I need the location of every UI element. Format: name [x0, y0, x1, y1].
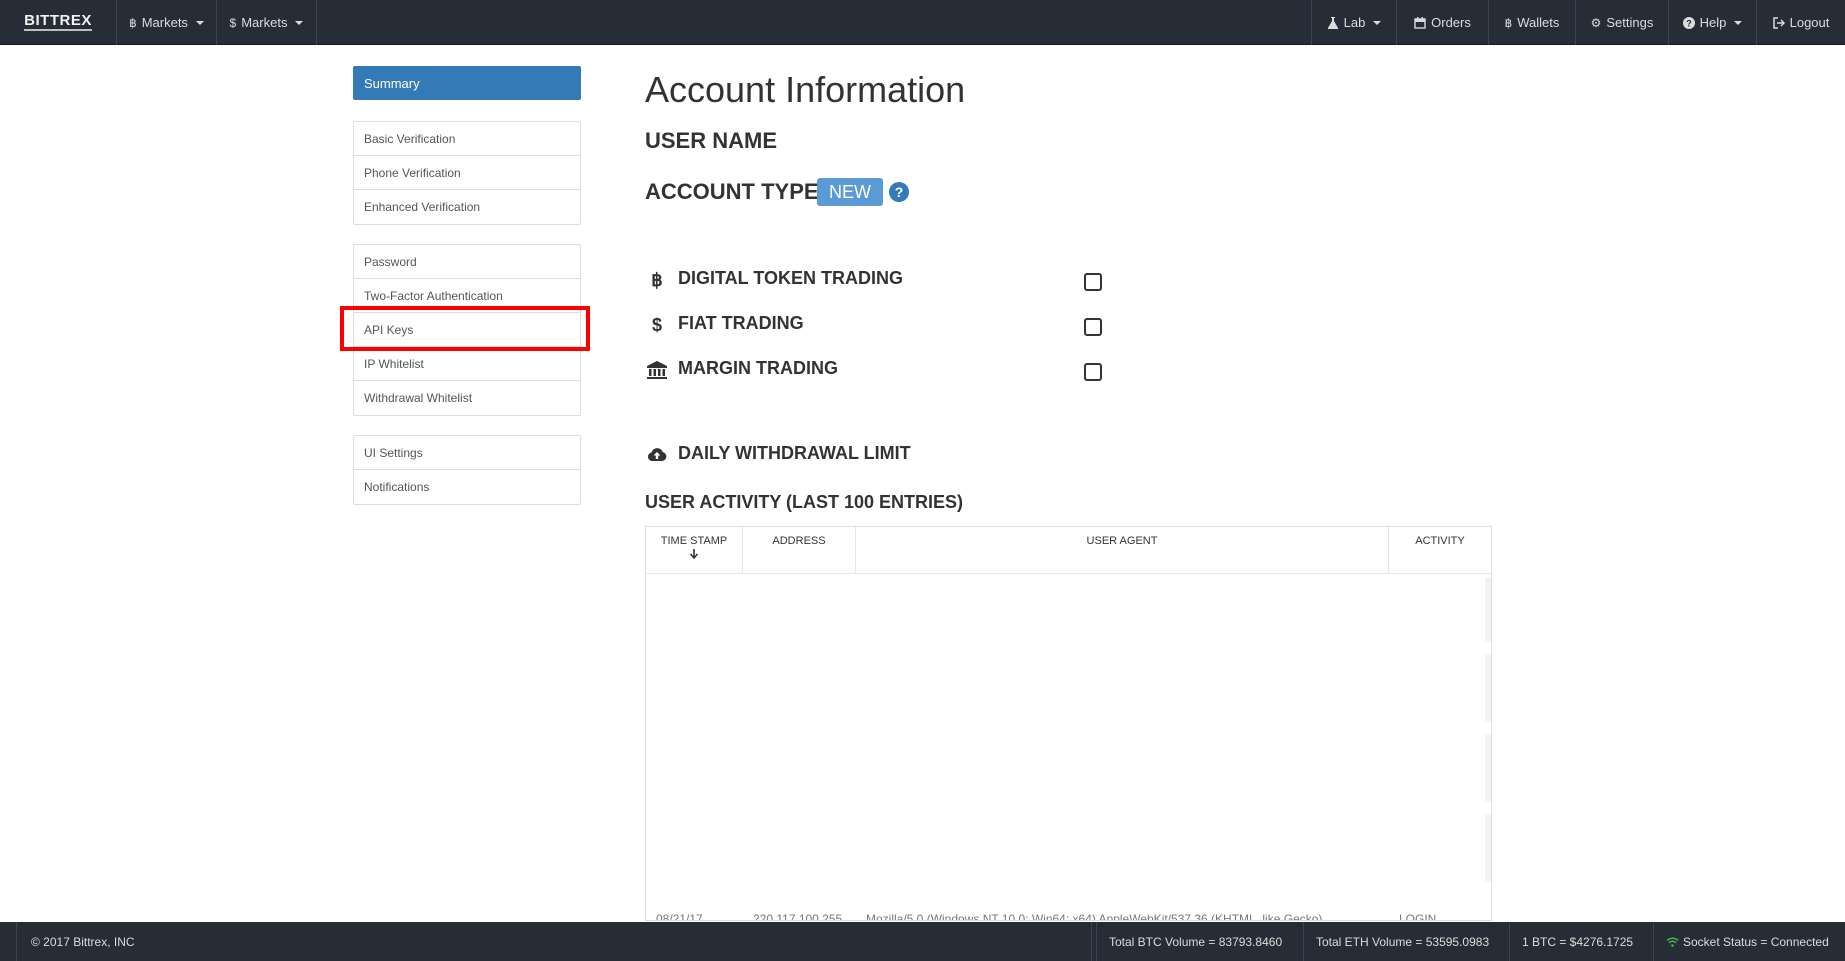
fiat-trading-checkbox[interactable] [1084, 318, 1102, 336]
svg-text:?: ? [895, 184, 904, 200]
nav-orders[interactable]: Orders [1396, 0, 1488, 45]
sidebar-group-verification: Basic Verification Phone Verification En… [353, 121, 581, 225]
flask-icon [1327, 16, 1339, 29]
bank-icon [647, 360, 667, 380]
digital-token-trading-label: DIGITAL TOKEN TRADING [678, 268, 903, 288]
cell-activity: LOGIN [1399, 912, 1437, 920]
table-row: 08/21/17 220.117.100.255 Mozilla/5.0 (Wi… [646, 906, 1491, 920]
logout-icon [1772, 16, 1785, 29]
top-navbar: BITTREX ฿ Markets $ Markets Lab Orders ฿… [0, 0, 1845, 45]
sidebar-item-two-factor[interactable]: Two-Factor Authentication [354, 279, 580, 313]
sidebar-item-enhanced-verification[interactable]: Enhanced Verification [354, 190, 580, 224]
nav-wallets[interactable]: ฿ Wallets [1488, 0, 1575, 45]
footer-btc-volume: Total BTC Volume = 83793.8460 [1096, 922, 1282, 961]
dollar-icon: $ [229, 15, 237, 30]
page-title: Account Information [645, 69, 966, 110]
gear-icon: ⚙ [1590, 15, 1602, 30]
margin-trading-label: MARGIN TRADING [678, 358, 838, 378]
footer-copyright: © 2017 Bittrex, INC [16, 922, 1092, 961]
nav-settings[interactable]: ⚙ Settings [1575, 0, 1668, 45]
user-activity-heading: USER ACTIVITY (LAST 100 ENTRIES) [645, 492, 964, 512]
account-type-badge: NEW [817, 178, 883, 206]
column-header-activity[interactable]: ACTIVITY [1389, 527, 1491, 573]
row-stripe [1485, 815, 1491, 881]
cell-user-agent: Mozilla/5.0 (Windows NT 10.0; Win64; x64… [866, 912, 1323, 920]
column-header-address[interactable]: ADDRESS [743, 527, 856, 573]
nav-logout[interactable]: Logout [1756, 0, 1845, 45]
bitcoin-icon: ฿ [651, 269, 663, 290]
table-body [650, 577, 1487, 913]
cell-timestamp: 08/21/17 [656, 912, 703, 920]
bitcoin-icon: ฿ [1504, 15, 1513, 30]
footer-btc-price: 1 BTC = $4276.1725 [1509, 922, 1643, 961]
sidebar-item-notifications[interactable]: Notifications [354, 470, 580, 504]
nav-lab[interactable]: Lab [1311, 0, 1396, 45]
caret-down-icon [195, 20, 204, 25]
cloud-upload-icon [647, 444, 667, 464]
help-circle-icon[interactable]: ? [889, 182, 909, 207]
digital-token-trading-checkbox[interactable] [1084, 273, 1102, 291]
sidebar-item-summary[interactable]: Summary [353, 66, 581, 100]
sidebar-group-security: Password Two-Factor Authentication API K… [353, 244, 581, 416]
question-circle-icon: ? [1682, 16, 1695, 29]
caret-down-icon [1373, 20, 1382, 25]
column-header-time-stamp[interactable]: TIME STAMP [646, 527, 743, 573]
sort-down-arrow-icon [689, 549, 699, 559]
caret-down-icon [295, 20, 304, 25]
nav-btc-markets[interactable]: ฿ Markets [117, 0, 217, 45]
sidebar-item-ip-whitelist[interactable]: IP Whitelist [354, 347, 580, 381]
column-header-user-agent[interactable]: USER AGENT [856, 527, 1389, 573]
sidebar-item-phone-verification[interactable]: Phone Verification [354, 156, 580, 190]
account-type-label: ACCOUNT TYPE [645, 179, 819, 204]
footer-bar: © 2017 Bittrex, INC Total BTC Volume = 8… [0, 922, 1845, 961]
user-activity-table: TIME STAMP ADDRESS USER AGENT ACTIVITY 0… [645, 526, 1492, 921]
sidebar-item-withdrawal-whitelist[interactable]: Withdrawal Whitelist [354, 381, 580, 415]
sidebar-item-api-keys[interactable]: API Keys [354, 313, 580, 347]
nav-help[interactable]: ? Help [1668, 0, 1756, 45]
margin-trading-checkbox[interactable] [1084, 363, 1102, 381]
svg-text:?: ? [1686, 18, 1692, 28]
row-stripe [1485, 735, 1491, 801]
user-name-label: USER NAME [645, 128, 778, 153]
sidebar-item-ui-settings[interactable]: UI Settings [354, 436, 580, 470]
nav-usd-markets[interactable]: $ Markets [217, 0, 317, 45]
calendar-icon [1414, 16, 1426, 29]
sidebar-item-password[interactable]: Password [354, 245, 580, 279]
row-stripe [1485, 577, 1491, 641]
table-header: TIME STAMP ADDRESS USER AGENT ACTIVITY [646, 527, 1491, 574]
caret-down-icon [1734, 20, 1743, 25]
row-stripe [1485, 655, 1491, 721]
cell-address: 220.117.100.255 [753, 912, 843, 920]
fiat-trading-label: FIAT TRADING [678, 313, 804, 333]
sidebar-item-basic-verification[interactable]: Basic Verification [354, 122, 580, 156]
footer-eth-volume: Total ETH Volume = 53595.0983 [1303, 922, 1489, 961]
bitcoin-icon: ฿ [129, 15, 137, 30]
footer-socket-status: Socket Status = Connected [1653, 922, 1845, 961]
dollar-icon: $ [651, 314, 662, 335]
sidebar-group-preferences: UI Settings Notifications [353, 435, 581, 505]
wifi-icon [1666, 937, 1679, 947]
brand-logo[interactable]: BITTREX [0, 0, 117, 45]
daily-withdrawal-limit-label: DAILY WITHDRAWAL LIMIT [678, 443, 911, 463]
